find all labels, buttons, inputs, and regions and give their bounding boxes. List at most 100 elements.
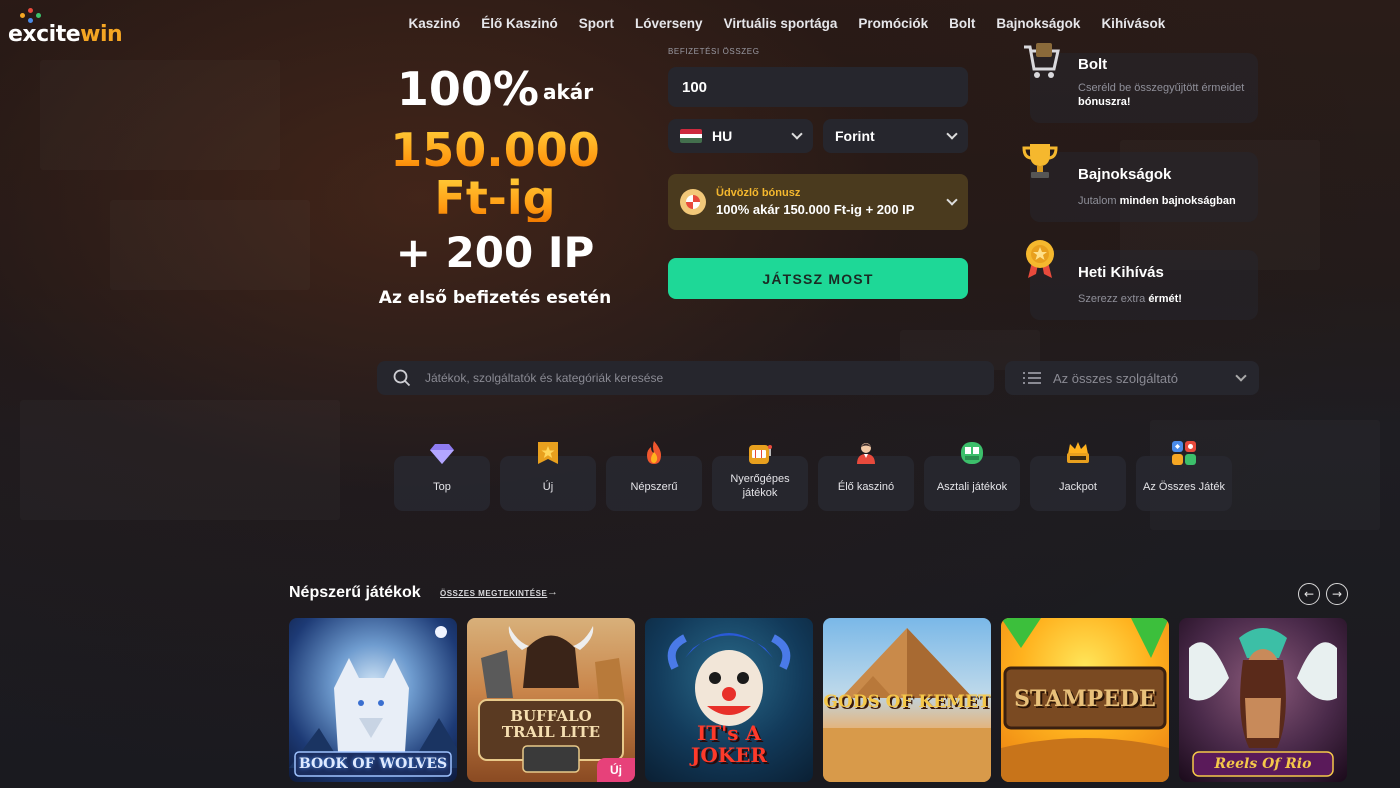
promo-condition: Az első befizetés esetén [378, 288, 612, 308]
new-star-icon [538, 442, 558, 464]
category-slots[interactable]: Nyerőgépes játékok [712, 440, 808, 512]
currency-select-value: Forint [835, 128, 875, 144]
search-input[interactable] [425, 371, 965, 385]
chevron-down-icon [946, 194, 958, 206]
side-card-title: Heti Kihívás [1078, 264, 1164, 281]
game-title: GODS OF KEMET [823, 692, 991, 712]
promo-percent-suffix: akár [542, 80, 594, 104]
category-list: Top Új Népszerű Nyerőgépes játékok Élő k… [394, 440, 1232, 512]
chevron-down-icon [946, 128, 958, 140]
game-card-buffalo-trail-lite[interactable]: BUFFALO TRAIL LITE Új [467, 618, 635, 782]
nav-item-kihivasok[interactable]: Kihívások [1091, 16, 1176, 31]
nav-item-bajnoksagok[interactable]: Bajnokságok [986, 16, 1091, 31]
category-top[interactable]: Top [394, 440, 490, 512]
deposit-amount-label: Befizetési összeg [668, 47, 760, 56]
flame-icon [647, 441, 661, 464]
chevron-down-icon [791, 128, 803, 140]
list-icon [1023, 372, 1041, 384]
brand-logo[interactable]: excitewin [8, 8, 128, 48]
category-label: Az Összes Játék [1143, 481, 1225, 493]
nav-item-promociok[interactable]: Promóciók [848, 16, 939, 31]
hungary-flag-icon [680, 129, 702, 143]
provider-select[interactable]: Az összes szolgáltató [1005, 361, 1259, 395]
currency-select[interactable]: Forint [823, 119, 968, 153]
category-label: Népszerű [630, 481, 678, 493]
logo-text-win: win [80, 22, 123, 47]
game-card-book-of-wolves[interactable]: BOOK OF WOLVES [289, 618, 457, 782]
new-badge: Új [597, 758, 635, 782]
side-card-weekly-challenge[interactable]: Heti Kihívás Szerezz extra érmét! [1026, 240, 1258, 320]
promo-percent-value: 100% [396, 62, 539, 116]
carousel-prev-button[interactable]: ← [1298, 583, 1320, 605]
nav-item-sport[interactable]: Sport [568, 16, 624, 31]
category-label: Top [433, 481, 451, 493]
side-card-tournaments[interactable]: Bajnokságok Jutalom minden bajnokságban [1022, 144, 1258, 222]
game-card-its-a-joker[interactable]: IT's A JOKER [645, 618, 813, 782]
category-label: Asztali játékok [936, 481, 1008, 493]
game-title: BUFFALO TRAIL LITE [501, 707, 601, 741]
category-new[interactable]: Új [500, 440, 596, 512]
category-label: Nyerőgépes játékok [730, 473, 790, 499]
category-popular[interactable]: Népszerű [606, 440, 702, 512]
game-card-stampede[interactable]: STAMPEDE [1001, 618, 1169, 782]
promo-amount-unit: Ft-ig [370, 174, 620, 222]
category-live-casino[interactable]: Élő kaszinó [818, 440, 914, 512]
category-label: Új [542, 481, 554, 493]
play-now-button[interactable]: JÁTSSZ MOST [668, 258, 968, 299]
popular-games-carousel: BOOK OF WOLVES BUFFALO TRAIL LITE Új IT'… [289, 618, 1347, 782]
category-jackpot[interactable]: Jackpot [1030, 440, 1126, 512]
side-card-title: Bajnokságok [1078, 166, 1172, 183]
promo-percent: 100% akár [370, 66, 620, 112]
carousel-next-button[interactable]: → [1326, 583, 1348, 605]
category-label: Jackpot [1059, 481, 1097, 493]
see-all-link[interactable]: Összes megtekintése [440, 589, 547, 598]
promo-ip: + 200 IP [395, 228, 595, 277]
category-table-games[interactable]: Asztali játékok [924, 440, 1020, 512]
side-card-desc: Cseréld be összegyűjtött érmeidet bónusz… [1078, 82, 1245, 108]
side-card-shop[interactable]: Bolt Cseréld be összegyűjtött érmeidet b… [1024, 43, 1258, 123]
nav-item-kaszino[interactable]: Kaszinó [398, 16, 471, 31]
promo-amount: 150.000 [370, 126, 620, 174]
game-search[interactable] [377, 361, 994, 395]
country-select[interactable]: HU [668, 119, 813, 153]
arrow-right-icon: → [547, 586, 558, 598]
diamond-icon [430, 444, 454, 464]
trophy-icon [1022, 144, 1058, 178]
welcome-bonus-select[interactable]: Üdvözlő bónusz 100% akár 150.000 Ft-ig +… [668, 174, 968, 230]
deposit-amount-input[interactable] [682, 78, 954, 96]
logo-text-excite: excite [8, 22, 81, 47]
main-nav: Kaszinó Élő Kaszinó Sport Lóverseny Virt… [398, 16, 1176, 31]
jackpot-icon [1067, 442, 1089, 463]
side-card-desc: Szerezz extra érmét! [1078, 293, 1182, 305]
category-label: Élő kaszinó [837, 481, 895, 493]
provider-select-value: Az összes szolgáltató [1053, 370, 1179, 386]
logo-text: excitewin [8, 22, 123, 47]
bonus-value: 100% akár 150.000 Ft-ig + 200 IP [716, 202, 915, 217]
search-icon [393, 369, 411, 387]
side-card-desc: Jutalom minden bajnokságban [1078, 195, 1236, 207]
bonus-chip-icon [680, 189, 706, 215]
slot-machine-icon [749, 445, 772, 464]
game-title: BOOK OF WOLVES [298, 756, 448, 772]
bonus-title: Üdvözlő bónusz [716, 187, 801, 199]
all-games-icon [1172, 441, 1196, 465]
game-card-reels-of-rio[interactable]: Reels Of Rio [1179, 618, 1347, 782]
deposit-amount-field[interactable] [668, 67, 968, 107]
chevron-down-icon [1235, 370, 1247, 382]
side-card-title: Bolt [1078, 56, 1108, 73]
nav-item-elo-kaszino[interactable]: Élő Kaszinó [471, 16, 569, 31]
game-title: STAMPEDE [1014, 686, 1156, 712]
nav-item-bolt[interactable]: Bolt [939, 16, 986, 31]
table-game-icon [961, 442, 983, 464]
nav-item-loverseny[interactable]: Lóverseny [625, 16, 714, 31]
cart-icon [1024, 43, 1060, 78]
category-all-games[interactable]: Az Összes Játék [1136, 440, 1232, 512]
dealer-icon [857, 443, 875, 464]
popular-games-title: Népszerű játékok [289, 584, 421, 601]
game-title: IT's A JOKER [690, 721, 768, 767]
game-card-gods-of-kemet[interactable]: GODS OF KEMET [823, 618, 991, 782]
game-title: Reels Of Rio [1214, 756, 1312, 772]
nav-item-virtualis-sport[interactable]: Virtuális sportága [713, 16, 848, 31]
welcome-promo: 100% akár 150.000 Ft-ig + 200 IP Az első … [370, 66, 620, 308]
bonus-text: Üdvözlő bónusz 100% akár 150.000 Ft-ig +… [716, 187, 914, 217]
